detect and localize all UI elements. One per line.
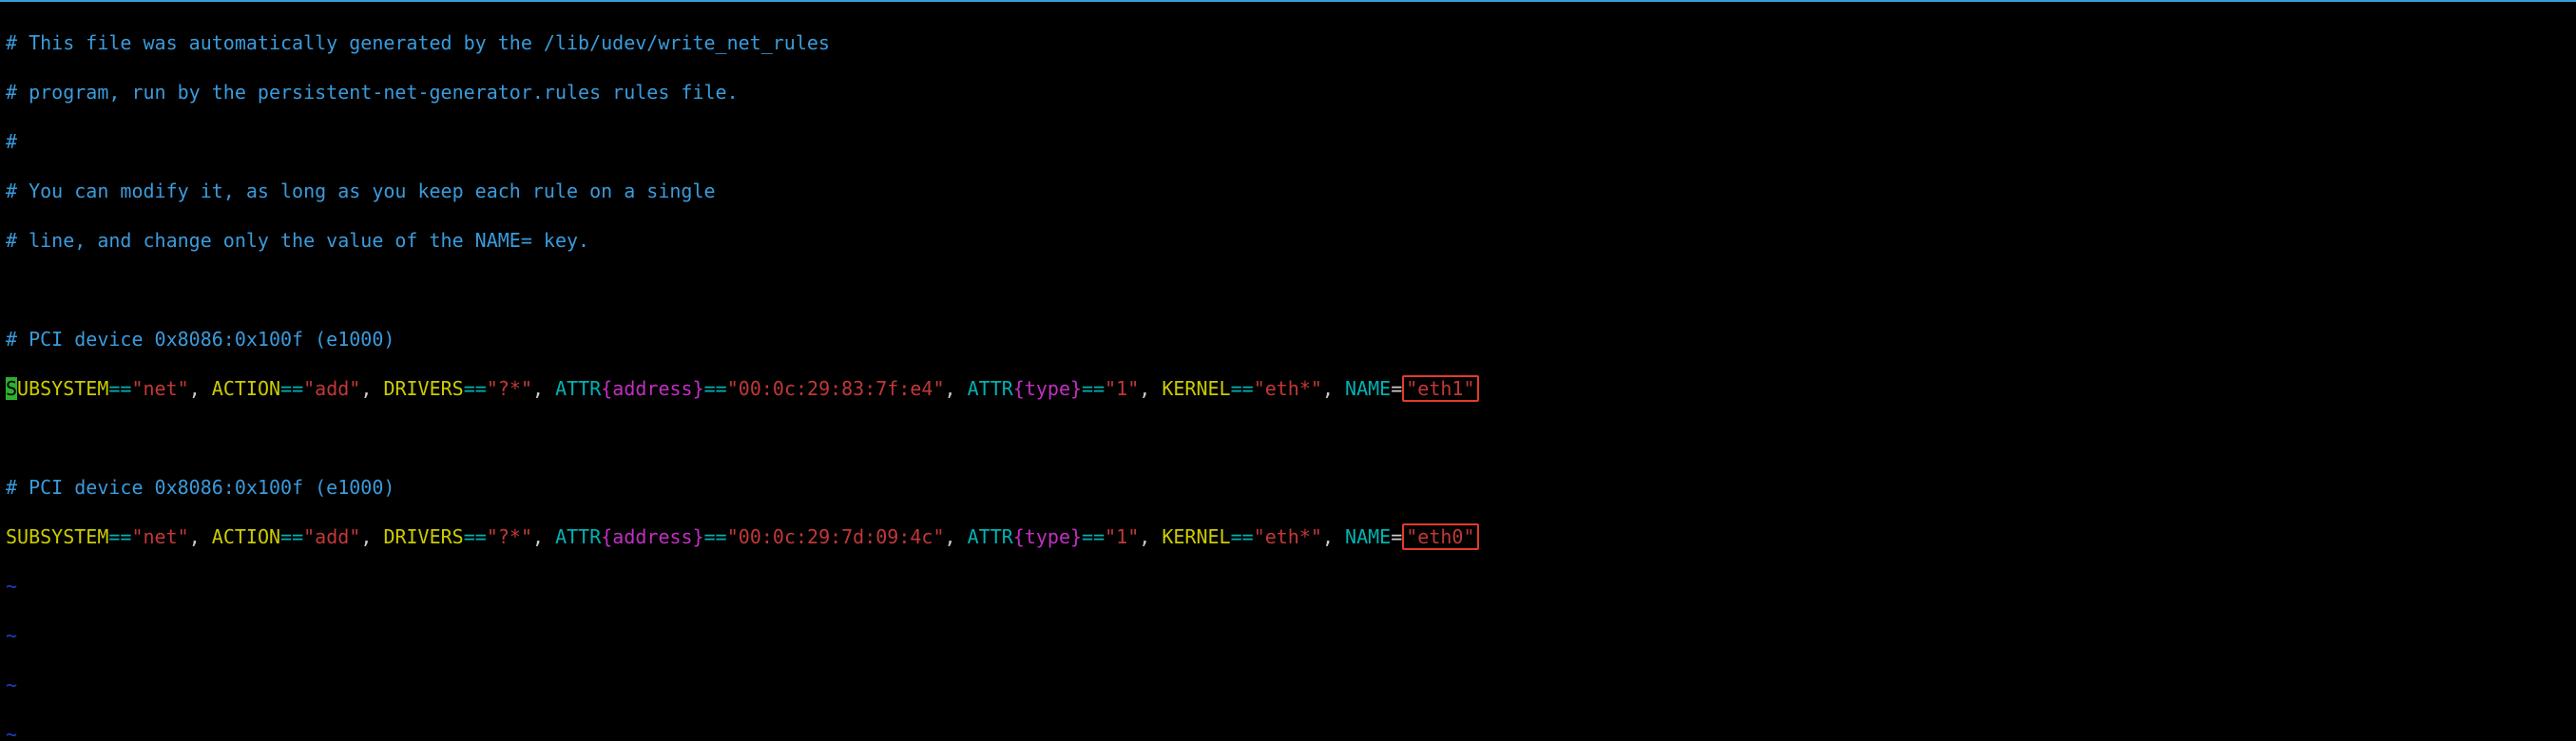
- pci-comment: # PCI device 0x8086:0x100f (e1000): [6, 475, 2570, 500]
- val-mac: "00:0c:29:83:7f:e4": [727, 377, 945, 400]
- attr-address: {address}: [601, 377, 703, 400]
- op-eq: ==: [108, 377, 131, 400]
- val-net: "net": [131, 377, 188, 400]
- blank-line: [6, 277, 2570, 302]
- comma: ,: [1139, 377, 1162, 400]
- highlight-box-eth1: "eth1": [1402, 375, 1478, 402]
- comment-line: # This file was automatically generated …: [6, 30, 2570, 55]
- key-action: ACTION: [212, 377, 280, 400]
- key-name: NAME: [1345, 525, 1391, 548]
- vim-tilde: ~: [6, 722, 2570, 741]
- udev-rule-1: SUBSYSTEM=="net", ACTION=="add", DRIVERS…: [6, 376, 2570, 401]
- op-eq: ==: [1082, 525, 1105, 548]
- comma: ,: [1322, 525, 1345, 548]
- udev-rule-2: SUBSYSTEM=="net", ACTION=="add", DRIVERS…: [6, 524, 2570, 549]
- op-eq: ==: [1231, 525, 1254, 548]
- key-drivers: DRIVERS: [383, 377, 463, 400]
- op-eq: ==: [1231, 377, 1254, 400]
- vim-tilde: ~: [6, 673, 2570, 697]
- comment-line: # You can modify it, as long as you keep…: [6, 179, 2570, 203]
- key-attr: ATTR: [555, 525, 601, 548]
- comma: ,: [360, 525, 383, 548]
- terminal-editor[interactable]: # This file was automatically generated …: [0, 0, 2576, 741]
- key-attr: ATTR: [555, 377, 601, 400]
- val-ethstar: "eth*": [1254, 525, 1322, 548]
- comma: ,: [945, 377, 968, 400]
- highlight-box-eth0: "eth0": [1402, 523, 1478, 550]
- comma: ,: [360, 377, 383, 400]
- val-eth0: "eth0": [1406, 525, 1474, 548]
- key-action: ACTION: [212, 525, 280, 548]
- key-drivers: DRIVERS: [383, 525, 463, 548]
- comma: ,: [945, 525, 968, 548]
- comment-line: #: [6, 129, 2570, 154]
- op-assign: =: [1391, 377, 1402, 400]
- op-eq: ==: [280, 525, 303, 548]
- comma: ,: [189, 377, 212, 400]
- attr-type: {type}: [1013, 525, 1082, 548]
- attr-address: {address}: [601, 525, 703, 548]
- key-subsystem: SUBSYSTEM: [6, 525, 108, 548]
- val-one: "1": [1105, 525, 1139, 548]
- val-eth1: "eth1": [1406, 377, 1474, 400]
- attr-type: {type}: [1013, 377, 1082, 400]
- key-kernel: KERNEL: [1162, 377, 1230, 400]
- comment-line: # program, run by the persistent-net-gen…: [6, 80, 2570, 104]
- comma: ,: [189, 525, 212, 548]
- key-attr: ATTR: [968, 525, 1013, 548]
- val-mac: "00:0c:29:7d:09:4c": [727, 525, 945, 548]
- key-kernel: KERNEL: [1162, 525, 1230, 548]
- val-any: "?*": [487, 377, 532, 400]
- key-name: NAME: [1345, 377, 1391, 400]
- op-eq: ==: [108, 525, 131, 548]
- val-any: "?*": [487, 525, 532, 548]
- vim-tilde: ~: [6, 574, 2570, 598]
- comma: ,: [1139, 525, 1162, 548]
- val-net: "net": [131, 525, 188, 548]
- blank-line: [6, 426, 2570, 450]
- op-eq: ==: [464, 525, 487, 548]
- key-subsystem: UBSYSTEM: [17, 377, 108, 400]
- op-assign: =: [1391, 525, 1402, 548]
- val-ethstar: "eth*": [1254, 377, 1322, 400]
- op-eq: ==: [464, 377, 487, 400]
- val-add: "add": [303, 377, 360, 400]
- op-eq: ==: [704, 525, 727, 548]
- val-one: "1": [1105, 377, 1139, 400]
- key-attr: ATTR: [968, 377, 1013, 400]
- comment-line: # line, and change only the value of the…: [6, 228, 2570, 253]
- vim-tilde: ~: [6, 623, 2570, 648]
- cursor: S: [6, 377, 17, 400]
- op-eq: ==: [280, 377, 303, 400]
- op-eq: ==: [704, 377, 727, 400]
- comma: ,: [1322, 377, 1345, 400]
- comma: ,: [532, 525, 555, 548]
- val-add: "add": [303, 525, 360, 548]
- pci-comment: # PCI device 0x8086:0x100f (e1000): [6, 327, 2570, 352]
- op-eq: ==: [1082, 377, 1105, 400]
- comma: ,: [532, 377, 555, 400]
